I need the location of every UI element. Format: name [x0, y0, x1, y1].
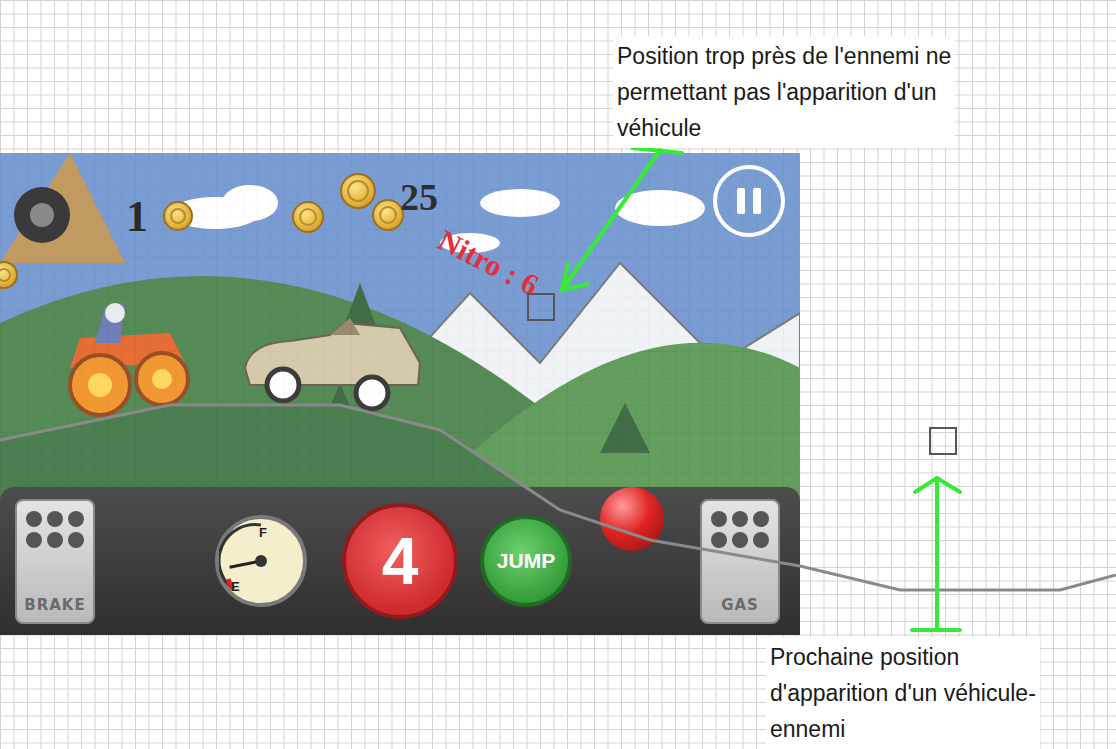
pedal-hole — [732, 532, 748, 548]
pedal-hole — [47, 532, 63, 548]
tire-icon — [0, 153, 125, 268]
next-spawn-marker — [930, 428, 956, 454]
pedal-hole — [68, 511, 84, 527]
note-line: Prochaine position — [770, 639, 1036, 675]
pedal-hole — [711, 511, 727, 527]
fuel-gauge: FE — [215, 515, 307, 607]
terrain-line — [0, 405, 1116, 590]
lives-badge: 1 — [0, 153, 160, 268]
coin-icon — [163, 201, 193, 231]
pause-bar-icon — [753, 188, 761, 214]
pedal-grip-icon — [26, 511, 84, 548]
coin-icon — [372, 199, 404, 231]
pedal-hole — [711, 532, 727, 548]
lives-count: 1 — [126, 191, 148, 242]
pedal-hole — [732, 511, 748, 527]
pedal-hole — [753, 511, 769, 527]
red-ball-button[interactable] — [600, 487, 664, 551]
brake-pedal[interactable]: BRAKE — [15, 499, 95, 624]
too-close-note: Position trop près de l'ennemi nepermett… — [613, 36, 955, 148]
jump-button[interactable]: JUMP — [480, 515, 572, 607]
note-line: permettant pas l'apparition d'un — [617, 74, 951, 110]
pedal-grip-icon — [711, 511, 769, 548]
pedal-hole — [26, 532, 42, 548]
coin-count: 25 — [400, 175, 438, 219]
note-line: véhicule — [617, 110, 951, 146]
coin-icon — [340, 173, 376, 209]
dashboard: BRAKE FE 4 JUMP GAS — [0, 487, 800, 635]
note-line: Position trop près de l'ennemi ne — [617, 38, 951, 74]
annotated-canvas: 125Nitro : 6BRAKEFE4JUMPGASPosition trop… — [0, 0, 1116, 749]
pedal-hole — [68, 532, 84, 548]
too-close-arrow-icon — [562, 148, 682, 290]
note-line: ennemi — [770, 711, 1036, 747]
jump-label: JUMP — [497, 549, 555, 573]
note-line: d'apparition d'un véhicule- — [770, 675, 1036, 711]
game-screen: 125Nitro : 6BRAKEFE4JUMPGAS — [0, 153, 800, 635]
next-spawn-note: Prochaine positiond'apparition d'un véhi… — [766, 637, 1040, 749]
coin-icon — [292, 201, 324, 233]
nitro-button[interactable]: 4 — [342, 503, 458, 619]
pause-bar-icon — [737, 188, 745, 214]
pedal-hole — [753, 532, 769, 548]
blocked-spawn-marker — [528, 294, 554, 320]
gas-pedal[interactable]: GAS — [700, 499, 780, 624]
enemy-monster-truck — [70, 303, 188, 415]
nitro-charges: 4 — [382, 523, 419, 599]
pedal-label: GAS — [721, 596, 759, 614]
pedal-hole — [47, 511, 63, 527]
pedal-label: BRAKE — [24, 596, 85, 614]
player-vintage-car — [245, 318, 420, 409]
pedal-hole — [26, 511, 42, 527]
pause-button[interactable] — [713, 165, 785, 237]
next-spawn-arrow-icon — [912, 478, 960, 630]
